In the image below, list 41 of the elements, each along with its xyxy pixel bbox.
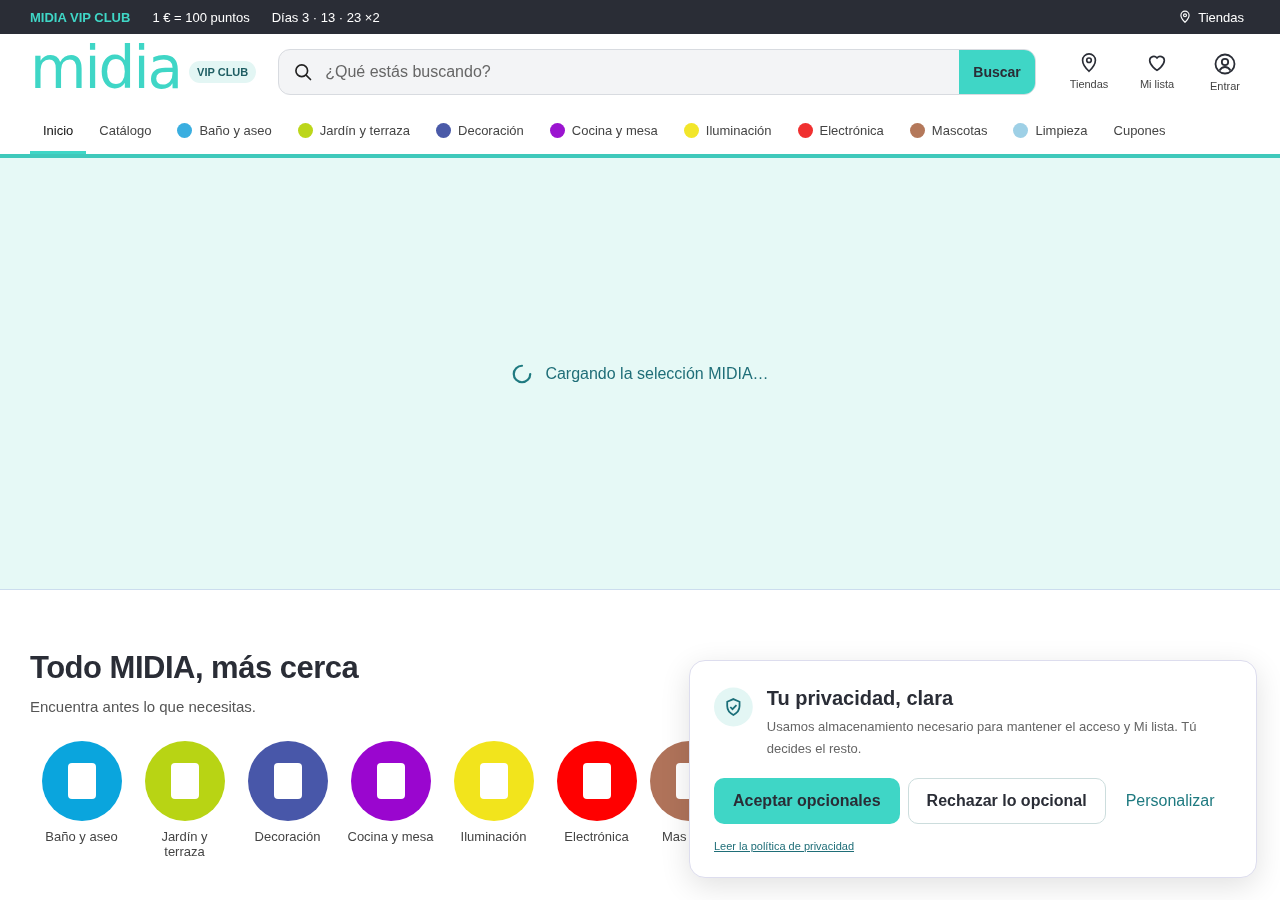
privacy-policy-link[interactable]: Leer la política de privacidad	[714, 840, 855, 852]
vip-club-badge: VIP CLUB	[189, 61, 257, 83]
stores-link[interactable]: Tiendas	[1198, 9, 1244, 25]
nav-tab[interactable]: Cupones	[1100, 110, 1179, 154]
accept-button[interactable]: Aceptar opcionales	[714, 778, 900, 824]
location-pin-icon	[1178, 10, 1193, 24]
loading-text: Cargando la selección MIDIA…	[545, 364, 769, 383]
customize-link[interactable]: Personalizar	[1125, 792, 1215, 810]
search-button[interactable]: Buscar	[959, 50, 1035, 94]
nav-tab[interactable]: Inicio	[30, 110, 87, 154]
header-action-link[interactable]: Mi lista	[1132, 52, 1182, 92]
cookie-title: Tu privacidad, clara	[766, 687, 955, 710]
vip-club-label: MIDIA VIP CLUB	[30, 9, 131, 25]
nav-tab[interactable]: Mascotas	[896, 110, 1001, 154]
search-field[interactable]: ¿Qué estás buscando? Buscar	[278, 49, 1036, 95]
nav-tab[interactable]: Decoración	[423, 110, 537, 154]
nav-tab[interactable]: Catálogo	[86, 110, 165, 154]
category-link[interactable]: Electrónica	[545, 741, 648, 859]
nav-tab[interactable]: Cocina y mesa	[536, 110, 671, 154]
category-link[interactable]: Baño y aseo	[30, 741, 133, 859]
spinner-icon	[511, 362, 534, 385]
points-info: 1 € = 100 puntos	[152, 9, 250, 25]
nav-tab[interactable]: Jardín y terraza	[284, 110, 423, 154]
category-link[interactable]: Decoración	[236, 741, 339, 859]
user-icon	[1213, 52, 1237, 76]
nav-tab[interactable]: Electrónica	[784, 110, 897, 154]
header-action-link[interactable]: Entrar	[1200, 52, 1250, 92]
nav-tab[interactable]: Limpieza	[1000, 110, 1101, 154]
section-title: Todo MIDIA, más cerca	[30, 650, 360, 686]
category-link[interactable]: Cocina y mesa	[339, 741, 442, 859]
bonus-days-info: Días 3 · 13 · 23 ×2	[271, 9, 380, 25]
category-link[interactable]: Jardín y terraza	[133, 741, 236, 859]
search-icon	[293, 62, 314, 82]
category-link[interactable]: Iluminación	[442, 741, 545, 859]
header-action-link[interactable]: Tiendas	[1064, 52, 1114, 92]
shield-check-icon	[714, 685, 753, 729]
reject-button[interactable]: Rechazar lo opcional	[907, 778, 1106, 824]
nav-tab[interactable]: Baño y aseo	[164, 110, 285, 154]
section-subtitle: Encuentra antes lo que necesitas.	[30, 698, 256, 715]
cookie-text: Usamos almacenamiento necesario para mantener el acceso y Mi lista. Tú decides el resto.	[766, 718, 1198, 758]
nav-tab[interactable]: Iluminación	[670, 110, 785, 154]
